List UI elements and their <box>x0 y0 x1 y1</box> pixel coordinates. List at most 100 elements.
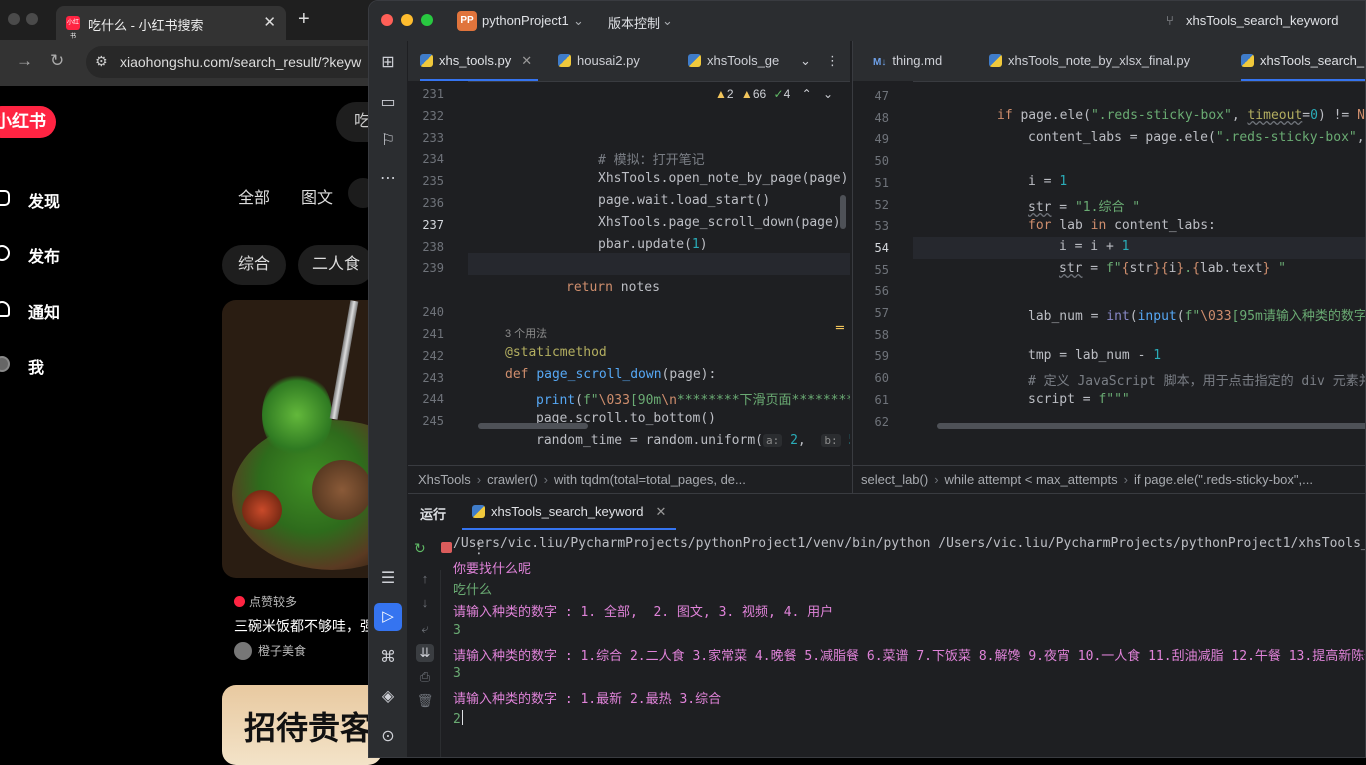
avatar <box>0 356 10 372</box>
code-area[interactable]: # 模拟：打开笔记 XhsTools.open_note_by_page(pag… <box>408 81 850 453</box>
run-icon[interactable]: ▷ <box>374 603 402 631</box>
horizontal-scrollbar[interactable] <box>937 423 1365 429</box>
project-badge[interactable]: PP <box>457 11 477 31</box>
breadcrumb-item[interactable]: while attempt < max_attempts <box>945 472 1118 487</box>
tab-label: housai2.py <box>577 53 640 68</box>
tabs-dropdown-icon[interactable]: ⌄ <box>800 41 811 81</box>
breadcrumb-item[interactable]: crawler() <box>487 472 538 487</box>
code-line: # 定义 JavaScript 脚本，用于点击指定的 div 元素并 <box>1028 374 1366 389</box>
code-line: return notes <box>566 280 660 295</box>
tab-label: xhsTools_ge <box>707 53 780 68</box>
code-line: # 模拟：打开笔记 <box>598 153 705 168</box>
chip-comprehensive[interactable]: 综合 <box>222 245 286 285</box>
editor-tabs-right: M↓ thing.md xhsTools_note_by_xlsx_final.p… <box>853 41 1365 82</box>
markdown-file-icon: M↓ <box>873 57 887 68</box>
console-line: 请输入种类的数字 : 1.综合 2.二人食 3.家常菜 4.晚餐 5.减脂餐 6… <box>453 648 1366 664</box>
tab-options-icon[interactable]: ⋮ <box>826 41 839 81</box>
xiaohongshu-logo[interactable]: 小红书 <box>0 106 56 138</box>
breadcrumb-item[interactable]: XhsTools <box>418 472 471 487</box>
run-tool-window: 运行 xhsTools_search_keyword ✕ ↻ ⋮ ↑ ↓ ⤶ ⇊ … <box>408 493 1366 757</box>
stop-icon[interactable] <box>441 542 452 553</box>
zoom-window-button[interactable] <box>421 14 433 26</box>
code-area[interactable]: if page.ele(".reds-sticky-box", timeout=… <box>853 81 1366 453</box>
reload-icon[interactable]: ↻ <box>50 51 64 71</box>
title-bar: PP pythonProject1 ⌄ 版本控制 ⌄ ⑂ xhsTools_se… <box>369 1 1365 41</box>
usages-hint[interactable]: 3 个用法 <box>505 325 547 341</box>
project-structure-icon[interactable]: ⊞ <box>378 53 398 73</box>
tab-housai2[interactable]: housai2.py <box>558 41 640 81</box>
tab-xhs-tools[interactable]: xhs_tools.py ✕ <box>420 41 539 81</box>
bell-icon <box>0 301 10 317</box>
note-cover-image[interactable]: 招待贵客 <box>222 685 382 765</box>
browser-toolbar: → ↻ ⚙ xiaohongshu.com/search_result/?key… <box>0 40 386 86</box>
structure-list-icon[interactable]: ☰ <box>378 569 398 589</box>
note-tag-label: 点赞较多 <box>249 595 298 609</box>
vertical-scrollbar[interactable] <box>840 195 846 229</box>
tab-all[interactable]: 全部 <box>238 184 270 208</box>
code-line: for lab in content_labs: <box>1028 218 1216 233</box>
note-title[interactable]: 三碗米饭都不够哇，强 <box>234 616 374 636</box>
run-tab-label: xhsTools_search_keyword <box>491 504 644 519</box>
vcs-menu[interactable]: 版本控制 <box>608 13 660 32</box>
code-line: str = f"{str}{i}.{lab.text} " <box>1059 261 1287 276</box>
soft-wrap-icon[interactable]: ⤶ <box>416 620 434 638</box>
code-line: random_time = random.uniform(a: 2, b: 5) <box>536 433 850 448</box>
browser-tab[interactable]: 小红书 吃什么 - 小红书搜索 ✕ <box>56 6 286 40</box>
editor-right[interactable]: M↓ thing.md xhsTools_note_by_xlsx_final.p… <box>852 41 1366 465</box>
scroll-down-icon[interactable]: ↓ <box>416 594 434 612</box>
address-bar[interactable]: ⚙ xiaohongshu.com/search_result/?keyw <box>86 46 386 78</box>
run-config-selector[interactable]: xhsTools_search_keyword <box>1186 13 1338 28</box>
tab-label: xhs_tools.py <box>439 53 512 68</box>
run-tab[interactable]: xhsTools_search_keyword ✕ <box>462 494 677 530</box>
close-window-button[interactable] <box>381 14 393 26</box>
minimize-window-dot[interactable] <box>26 13 38 25</box>
note-author[interactable]: 橙子美食 <box>234 642 306 660</box>
site-settings-icon[interactable]: ⚙ <box>95 53 108 70</box>
tab-thing-md[interactable]: M↓ thing.md <box>873 41 942 81</box>
forward-arrow-icon[interactable]: → <box>16 51 33 71</box>
python-file-icon <box>1241 54 1254 67</box>
services-icon[interactable]: ⊙ <box>378 727 398 747</box>
chip-two-person-meal[interactable]: 二人食 <box>298 245 374 285</box>
folder-icon[interactable]: ▭ <box>378 93 398 113</box>
console-output[interactable]: /Users/vic.liu/PycharmProjects/pythonPro… <box>453 530 1366 757</box>
bookmark-icon[interactable]: ⚐ <box>378 131 398 151</box>
trash-icon[interactable]: 🗑 <box>416 692 434 710</box>
python-console-icon[interactable]: ⌘ <box>378 648 398 668</box>
code-line: def page_scroll_down(page): <box>505 367 717 382</box>
breadcrumb-item[interactable]: select_lab() <box>861 472 928 487</box>
code-line: str = "1.综合 " <box>1028 200 1141 215</box>
scroll-to-end-icon[interactable]: ⇊ <box>416 644 434 662</box>
horizontal-scrollbar[interactable] <box>478 423 588 429</box>
tab-search-keyword[interactable]: xhsTools_search_ <box>1241 41 1365 81</box>
editor-left[interactable]: xhs_tools.py ✕ housai2.py xhsTools_ge ⌄ ⋮… <box>408 41 850 465</box>
more-tools-icon[interactable]: ⋯ <box>378 169 398 189</box>
layers-icon[interactable]: ◈ <box>378 687 398 707</box>
python-file-icon <box>420 54 433 67</box>
tab-xhstools-ge[interactable]: xhsTools_ge <box>688 41 779 81</box>
code-line: lab_num = int(input(f"\033[95m请输入种类的数字 <box>1028 309 1366 324</box>
python-file-icon <box>558 54 571 67</box>
plus-icon <box>0 245 10 261</box>
close-icon[interactable]: ✕ <box>521 53 532 68</box>
structure-marker-icon[interactable]: ═ <box>836 321 844 336</box>
note-cover-image[interactable] <box>222 300 382 578</box>
close-window-dot[interactable] <box>8 13 20 25</box>
print-icon[interactable]: ⎙ <box>416 668 434 686</box>
tab-note-by-xlsx[interactable]: xhsTools_note_by_xlsx_final.py <box>989 41 1190 81</box>
code-line: i = i + 1 <box>1059 239 1130 254</box>
breadcrumb-item[interactable]: if page.ele(".reds-sticky-box",... <box>1134 472 1313 487</box>
minimize-window-button[interactable] <box>401 14 413 26</box>
tab-close-icon[interactable]: ✕ <box>263 13 276 31</box>
breadcrumb-item[interactable]: with tqdm(total=total_pages, de... <box>554 472 746 487</box>
rerun-icon[interactable]: ↻ <box>414 540 426 557</box>
close-icon[interactable]: ✕ <box>655 504 666 519</box>
python-file-icon <box>989 54 1002 67</box>
tab-image-text[interactable]: 图文 <box>301 184 333 208</box>
scroll-up-icon[interactable]: ↑ <box>416 570 434 588</box>
project-name[interactable]: pythonProject1 <box>482 13 569 28</box>
new-tab-button[interactable]: + <box>298 8 310 31</box>
tab-label: xhsTools_search_ <box>1260 53 1365 68</box>
browser-tab-title: 吃什么 - 小红书搜索 <box>88 18 204 33</box>
console-line: /Users/vic.liu/PycharmProjects/pythonPro… <box>453 536 1366 551</box>
